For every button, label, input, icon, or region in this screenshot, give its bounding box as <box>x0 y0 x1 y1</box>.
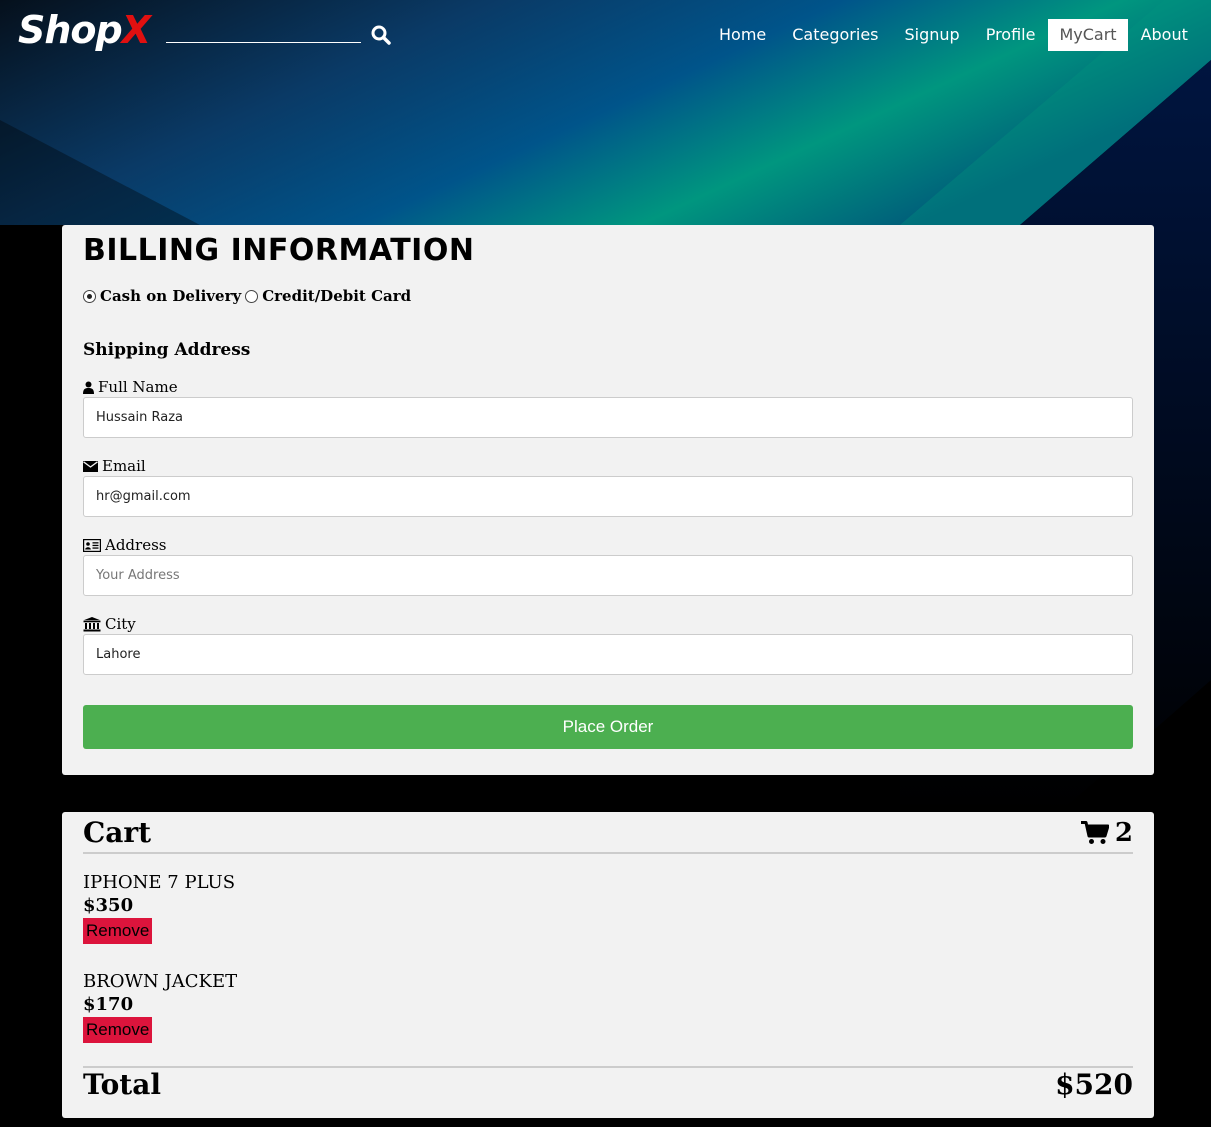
envelope-icon <box>83 460 98 472</box>
shopx-logo[interactable]: ShopX <box>18 8 151 52</box>
place-order-button[interactable]: Place Order <box>83 705 1133 749</box>
shipping-address-heading: Shipping Address <box>83 340 251 360</box>
cart-count: 2 <box>1080 818 1133 848</box>
cart-item-price: $170 <box>83 994 134 1015</box>
nav-signup[interactable]: Signup <box>892 19 973 51</box>
card-payment-label: Credit/Debit Card <box>262 287 412 305</box>
cart-count-value: 2 <box>1114 818 1133 848</box>
billing-title: BILLING INFORMATION <box>83 233 475 268</box>
email-label-text: Email <box>102 457 146 475</box>
city-input[interactable] <box>83 634 1133 675</box>
logo-main-text: Shop <box>18 8 123 52</box>
full-name-input[interactable] <box>83 397 1133 438</box>
main-menu: Home Categories Signup Profile MyCart Ab… <box>706 19 1201 51</box>
cart-item-name: BROWN JACKET <box>83 971 238 992</box>
address-label-text: Address <box>105 536 167 554</box>
nav-about[interactable]: About <box>1128 19 1201 51</box>
nav-home[interactable]: Home <box>706 19 779 51</box>
billing-form-card: BILLING INFORMATION Cash on Delivery Cre… <box>62 225 1154 775</box>
top-navbar: ShopX Home Categories Signup Profile MyC… <box>0 0 1211 70</box>
search-icon[interactable] <box>370 24 392 46</box>
nav-categories[interactable]: Categories <box>779 19 891 51</box>
address-input[interactable] <box>83 555 1133 596</box>
city-label: City <box>83 615 136 633</box>
payment-method-group: Cash on Delivery Credit/Debit Card <box>83 287 415 305</box>
cart-total-divider <box>83 1066 1133 1068</box>
user-icon <box>83 381 94 394</box>
nav-mycart[interactable]: MyCart <box>1048 19 1128 51</box>
card-payment-radio[interactable] <box>245 289 259 303</box>
institution-icon <box>83 616 101 631</box>
city-label-text: City <box>105 615 136 633</box>
logo-accent-text: X <box>121 8 151 52</box>
cart-total-value: $520 <box>1055 1068 1133 1101</box>
cart-summary-card: Cart 2 IPHONE 7 PLUS $350 Remove BROWN J… <box>62 812 1154 1118</box>
cart-item-name: IPHONE 7 PLUS <box>83 872 236 893</box>
cash-on-delivery-label: Cash on Delivery <box>100 287 242 305</box>
cart-total-label: Total <box>83 1068 162 1101</box>
shopping-cart-icon <box>1080 821 1109 844</box>
full-name-label-text: Full Name <box>98 378 178 396</box>
cart-item-price: $350 <box>83 895 134 916</box>
remove-item-button[interactable]: Remove <box>83 1017 153 1043</box>
address-label: Address <box>83 536 166 554</box>
email-label: Email <box>83 457 146 475</box>
cart-header-divider <box>83 852 1133 854</box>
address-card-icon <box>83 538 101 552</box>
cash-on-delivery-radio[interactable] <box>83 289 96 303</box>
nav-profile[interactable]: Profile <box>973 19 1049 51</box>
search-input-underline[interactable] <box>166 42 361 43</box>
cart-title: Cart <box>83 816 152 849</box>
full-name-label: Full Name <box>83 378 178 396</box>
email-input[interactable] <box>83 476 1133 517</box>
remove-item-button[interactable]: Remove <box>83 918 153 944</box>
